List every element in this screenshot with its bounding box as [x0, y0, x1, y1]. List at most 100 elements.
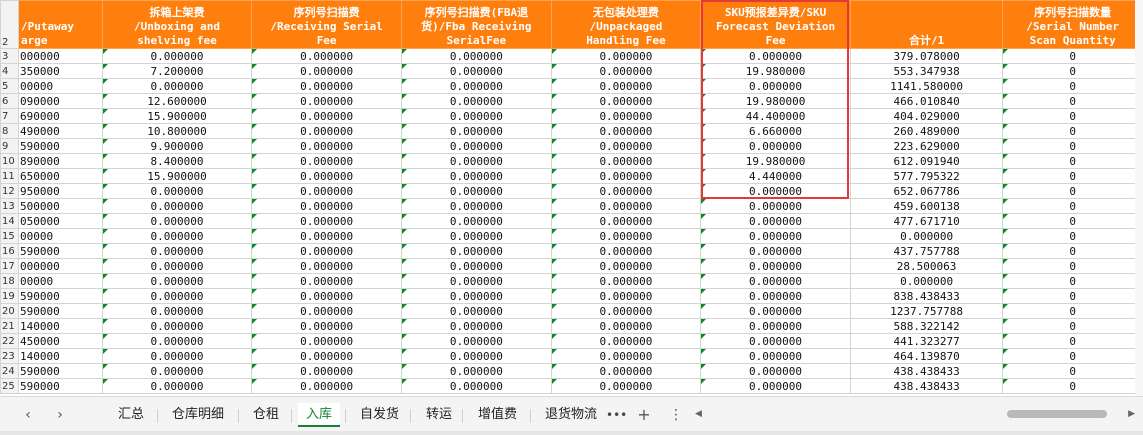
table-cell[interactable]: 838.438433	[849, 288, 1004, 304]
table-cell[interactable]: 0.000000	[251, 213, 402, 229]
sheet-tab[interactable]: 仓库明细	[164, 403, 232, 427]
column-header[interactable]: /Putaway arge	[17, 0, 103, 49]
table-cell[interactable]: 590000	[17, 363, 103, 379]
table-cell[interactable]: 1141.580000	[849, 78, 1004, 94]
column-header[interactable]: 序列号扫描数量/Serial Number Scan Quantity	[1002, 0, 1143, 49]
table-cell[interactable]: 0.000000	[550, 303, 702, 319]
table-cell[interactable]: 0	[1002, 378, 1143, 394]
table-cell[interactable]: 9.900000	[101, 138, 253, 154]
table-cell[interactable]: 0	[1002, 153, 1143, 169]
row-number[interactable]: 15	[0, 228, 19, 244]
table-cell[interactable]: 000000	[17, 258, 103, 274]
table-cell[interactable]: 0.000000	[401, 258, 552, 274]
table-cell[interactable]: 0.000000	[401, 318, 552, 334]
table-cell[interactable]: 0.000000	[849, 228, 1004, 244]
table-cell[interactable]: 0.000000	[251, 363, 402, 379]
table-cell[interactable]: 466.010840	[849, 93, 1004, 109]
table-cell[interactable]: 0.000000	[251, 258, 402, 274]
table-cell[interactable]: 0.000000	[401, 108, 552, 124]
row-number[interactable]: 14	[0, 213, 19, 229]
table-cell[interactable]: 0	[1002, 228, 1143, 244]
table-cell[interactable]: 0	[1002, 63, 1143, 79]
table-cell[interactable]: 0.000000	[700, 348, 851, 364]
table-cell[interactable]: 0.000000	[101, 288, 253, 304]
table-cell[interactable]: 050000	[17, 213, 103, 229]
table-cell[interactable]: 0.000000	[700, 288, 851, 304]
row-number[interactable]: 17	[0, 258, 19, 274]
table-cell[interactable]: 0.000000	[251, 183, 402, 199]
table-cell[interactable]: 0	[1002, 78, 1143, 94]
table-cell[interactable]: 15.900000	[101, 168, 253, 184]
table-cell[interactable]: 19.980000	[700, 153, 851, 169]
spreadsheet-grid[interactable]: 2/Putaway arge 拆箱上架费/Unboxing and shelving …	[0, 0, 1143, 396]
table-cell[interactable]: 0.000000	[101, 78, 253, 94]
table-cell[interactable]: 0.000000	[251, 303, 402, 319]
column-header[interactable]: 拆箱上架费/Unboxing and shelving fee	[101, 0, 253, 49]
row-number[interactable]: 18	[0, 273, 19, 289]
table-cell[interactable]: 0.000000	[550, 138, 702, 154]
table-cell[interactable]: 0.000000	[401, 273, 552, 289]
table-cell[interactable]: 0	[1002, 108, 1143, 124]
table-cell[interactable]: 0.000000	[251, 228, 402, 244]
table-cell[interactable]: 0.000000	[251, 318, 402, 334]
row-number[interactable]: 4	[0, 63, 19, 79]
table-cell[interactable]: 590000	[17, 243, 103, 259]
table-cell[interactable]: 0.000000	[401, 228, 552, 244]
table-cell[interactable]: 0.000000	[401, 93, 552, 109]
table-cell[interactable]: 0.000000	[101, 243, 253, 259]
table-cell[interactable]: 000000	[17, 48, 103, 64]
table-cell[interactable]: 0.000000	[251, 108, 402, 124]
table-cell[interactable]: 0	[1002, 333, 1143, 349]
table-cell[interactable]: 140000	[17, 318, 103, 334]
table-cell[interactable]: 438.438433	[849, 378, 1004, 394]
table-cell[interactable]: 0.000000	[700, 333, 851, 349]
row-number[interactable]: 6	[0, 93, 19, 109]
table-cell[interactable]: 0	[1002, 273, 1143, 289]
add-sheet-button[interactable]: +	[634, 405, 654, 425]
table-cell[interactable]: 140000	[17, 348, 103, 364]
table-cell[interactable]: 690000	[17, 108, 103, 124]
table-cell[interactable]: 0.000000	[550, 273, 702, 289]
table-cell[interactable]: 0.000000	[700, 48, 851, 64]
table-cell[interactable]: 0.000000	[101, 228, 253, 244]
table-cell[interactable]: 0	[1002, 198, 1143, 214]
table-cell[interactable]: 437.757788	[849, 243, 1004, 259]
table-cell[interactable]: 44.400000	[700, 108, 851, 124]
table-cell[interactable]: 0.000000	[401, 168, 552, 184]
next-sheet-button[interactable]: ›	[50, 405, 70, 425]
table-cell[interactable]: 590000	[17, 378, 103, 394]
prev-sheet-button[interactable]: ‹	[18, 405, 38, 425]
horizontal-scroll-thumb[interactable]	[1007, 410, 1107, 418]
table-cell[interactable]: 950000	[17, 183, 103, 199]
table-cell[interactable]: 0.000000	[550, 378, 702, 394]
table-cell[interactable]: 0.000000	[550, 318, 702, 334]
table-cell[interactable]: 0.000000	[251, 78, 402, 94]
table-cell[interactable]: 0.000000	[101, 183, 253, 199]
table-cell[interactable]: 590000	[17, 138, 103, 154]
row-number[interactable]: 5	[0, 78, 19, 94]
row-number[interactable]: 2	[0, 0, 19, 49]
table-cell[interactable]: 1237.757788	[849, 303, 1004, 319]
table-cell[interactable]: 588.322142	[849, 318, 1004, 334]
table-cell[interactable]: 0.000000	[251, 378, 402, 394]
table-cell[interactable]: 0.000000	[101, 348, 253, 364]
table-cell[interactable]: 7.200000	[101, 63, 253, 79]
table-cell[interactable]: 0	[1002, 288, 1143, 304]
table-cell[interactable]: 0.000000	[251, 333, 402, 349]
table-cell[interactable]: 379.078000	[849, 48, 1004, 64]
row-number[interactable]: 20	[0, 303, 19, 319]
table-cell[interactable]: 0.000000	[101, 258, 253, 274]
column-header[interactable]: 无包装处理费/Unpackaged Handling Fee	[550, 0, 702, 49]
table-cell[interactable]: 4.440000	[700, 168, 851, 184]
column-header[interactable]: 序列号扫描费(FBA退 货)/Fba Receiving SerialFee	[401, 0, 552, 49]
horizontal-scrollbar[interactable]: ◀ ▶	[695, 407, 1135, 421]
table-cell[interactable]: 441.323277	[849, 333, 1004, 349]
sheet-tab[interactable]: 退货物流	[537, 403, 605, 427]
table-cell[interactable]: 0.000000	[251, 198, 402, 214]
table-cell[interactable]: 0.000000	[550, 288, 702, 304]
table-cell[interactable]: 0.000000	[550, 258, 702, 274]
row-number[interactable]: 8	[0, 123, 19, 139]
table-cell[interactable]: 0	[1002, 303, 1143, 319]
table-cell[interactable]: 0.000000	[401, 288, 552, 304]
table-cell[interactable]: 0.000000	[401, 183, 552, 199]
